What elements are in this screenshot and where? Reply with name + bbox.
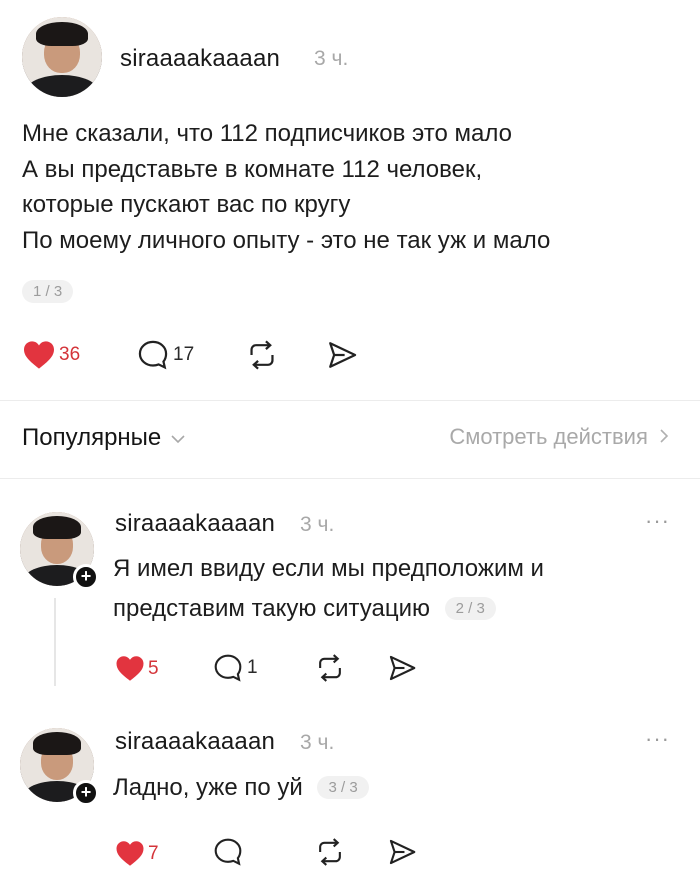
comment-count: 1 <box>247 657 258 678</box>
like-button[interactable]: 7 <box>115 840 159 867</box>
post-line: А вы представьте в комнате 112 человек, <box>22 155 483 183</box>
sort-popular-dropdown[interactable]: Популярные <box>22 424 186 452</box>
repost-icon <box>250 340 274 370</box>
comment-button[interactable]: 17 <box>136 338 194 372</box>
post-line: По моему личного опыту - это не так уж и… <box>22 226 551 254</box>
sort-label: Популярные <box>22 424 162 451</box>
like-button[interactable]: 36 <box>22 340 80 370</box>
reply-time: 3 ч. <box>300 513 335 536</box>
repost-icon <box>319 838 341 866</box>
section-divider <box>0 478 700 479</box>
follow-plus-icon[interactable]: + <box>73 780 99 806</box>
post-avatar[interactable] <box>22 17 102 97</box>
reply-username[interactable]: siraaaakaaaan <box>115 728 275 756</box>
like-count: 7 <box>148 842 159 864</box>
post-divider <box>0 400 700 401</box>
like-count: 36 <box>59 344 81 365</box>
like-count: 5 <box>148 657 159 679</box>
comment-button[interactable]: 1 <box>212 652 258 684</box>
view-activity-label: Смотреть действия <box>449 424 648 449</box>
heart-icon <box>116 841 144 866</box>
reply-page-indicator: 2 / 3 <box>444 597 496 620</box>
repost-button[interactable] <box>314 652 346 684</box>
post-page-indicator: 1 / 3 <box>22 280 74 303</box>
more-dots-icon[interactable]: ··· <box>645 508 670 534</box>
comment-button[interactable] <box>212 836 244 868</box>
heart-icon <box>24 341 54 369</box>
more-dots-icon[interactable]: ··· <box>645 726 670 752</box>
reply-text: Я имел ввиду если мы предположим и предс… <box>113 549 544 632</box>
repost-button[interactable] <box>245 338 279 372</box>
post-text: Мне сказали, что 112 подписчиков это мал… <box>22 116 682 258</box>
share-button[interactable] <box>386 836 418 868</box>
like-button[interactable]: 5 <box>115 655 159 682</box>
post-username[interactable]: siraaaakaaaan <box>120 45 280 73</box>
heart-icon <box>116 656 144 681</box>
repost-button[interactable] <box>314 836 346 868</box>
follow-plus-icon[interactable]: + <box>73 564 99 590</box>
send-icon <box>389 655 416 681</box>
comment-count: 17 <box>173 344 195 365</box>
comment-bubble-icon <box>214 654 242 682</box>
thread-line <box>54 598 56 686</box>
send-icon <box>329 342 357 368</box>
share-button[interactable] <box>386 652 418 684</box>
post-line: которые пускают вас по кругу <box>22 191 351 218</box>
comment-bubble-icon <box>138 340 168 370</box>
reply-line-text: представим такую ситуацию <box>113 595 430 622</box>
comment-bubble-icon <box>214 838 242 866</box>
view-activity-link[interactable]: Смотреть действия <box>449 424 670 450</box>
reply-line: представим такую ситуацию 2 / 3 <box>113 589 544 632</box>
reply-username[interactable]: siraaaakaaaan <box>115 510 275 538</box>
reply-text: Ладно, уже по уй 3 / 3 <box>113 768 369 811</box>
post-time: 3 ч. <box>314 47 349 70</box>
chevron-right-icon <box>660 429 669 443</box>
reply-line: Я имел ввиду если мы предположим и <box>113 555 544 582</box>
post-line: Мне сказали, что 112 подписчиков это мал… <box>22 120 512 147</box>
reply-page-indicator: 3 / 3 <box>317 776 369 799</box>
chevron-down-icon <box>171 435 185 444</box>
reply-time: 3 ч. <box>300 731 335 754</box>
send-icon <box>389 839 416 865</box>
repost-icon <box>319 654 341 682</box>
share-button[interactable] <box>325 338 359 372</box>
reply-line: Ладно, уже по уй <box>113 774 303 801</box>
